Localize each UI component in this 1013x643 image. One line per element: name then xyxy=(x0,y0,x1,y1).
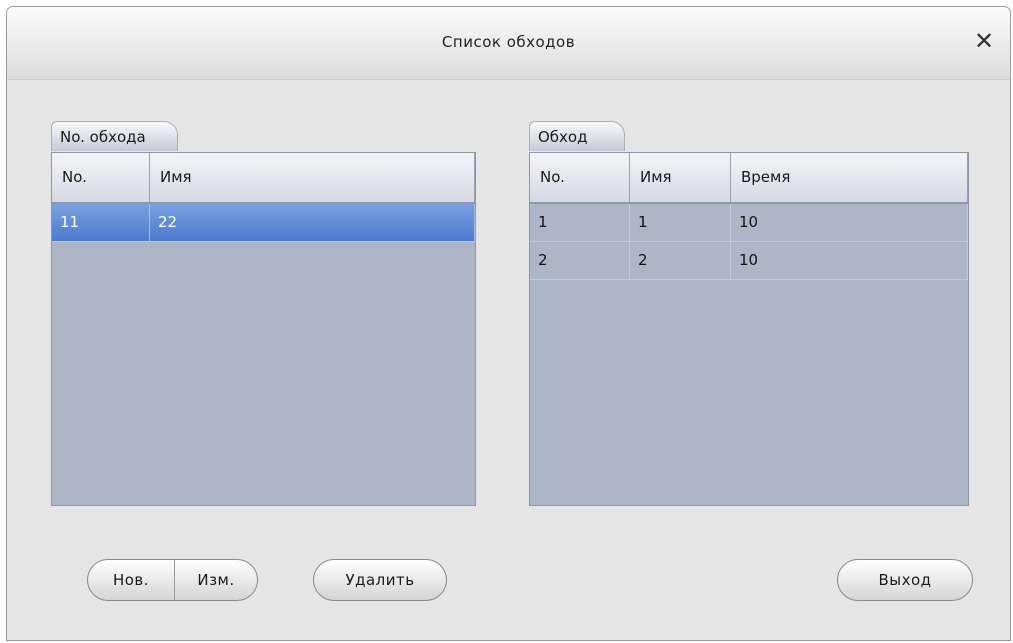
patrol-list-dialog: Список обходов ✕ No. обхода No. Имя 11 2… xyxy=(6,6,1011,641)
edit-button[interactable]: Изм. xyxy=(175,560,257,600)
cell-name: 22 xyxy=(150,204,475,241)
column-header-name[interactable]: Имя xyxy=(150,153,475,202)
new-edit-button-group: Нов. Изм. xyxy=(87,559,258,601)
close-icon[interactable]: ✕ xyxy=(972,29,996,53)
window-title: Список обходов xyxy=(441,33,576,51)
delete-button[interactable]: Удалить xyxy=(313,559,447,601)
cell-time: 10 xyxy=(731,204,968,241)
tab-patrol[interactable]: Обход xyxy=(529,121,625,151)
table-row[interactable]: 11 22 xyxy=(52,204,475,242)
patrol-table: No. Имя Время 1 1 10 2 2 10 xyxy=(529,152,969,506)
column-header-name[interactable]: Имя xyxy=(630,153,731,202)
exit-button[interactable]: Выход xyxy=(837,559,973,601)
cell-name: 1 xyxy=(630,204,731,241)
cell-name: 2 xyxy=(630,242,731,279)
column-header-no[interactable]: No. xyxy=(530,153,630,202)
table-header: No. Имя Время xyxy=(530,153,968,204)
table-row[interactable]: 1 1 10 xyxy=(530,204,968,242)
tab-patrol-number[interactable]: No. обхода xyxy=(51,121,178,151)
cell-no: 1 xyxy=(530,204,630,241)
column-header-time[interactable]: Время xyxy=(731,153,968,202)
column-header-no[interactable]: No. xyxy=(52,153,150,202)
new-button[interactable]: Нов. xyxy=(88,560,174,600)
cell-no: 2 xyxy=(530,242,630,279)
cell-time: 10 xyxy=(731,242,968,279)
cell-no: 11 xyxy=(52,204,150,241)
table-row[interactable]: 2 2 10 xyxy=(530,242,968,280)
table-header: No. Имя xyxy=(52,153,475,204)
patrol-number-table: No. Имя 11 22 xyxy=(51,152,476,506)
title-bar: Список обходов ✕ xyxy=(7,7,1010,80)
